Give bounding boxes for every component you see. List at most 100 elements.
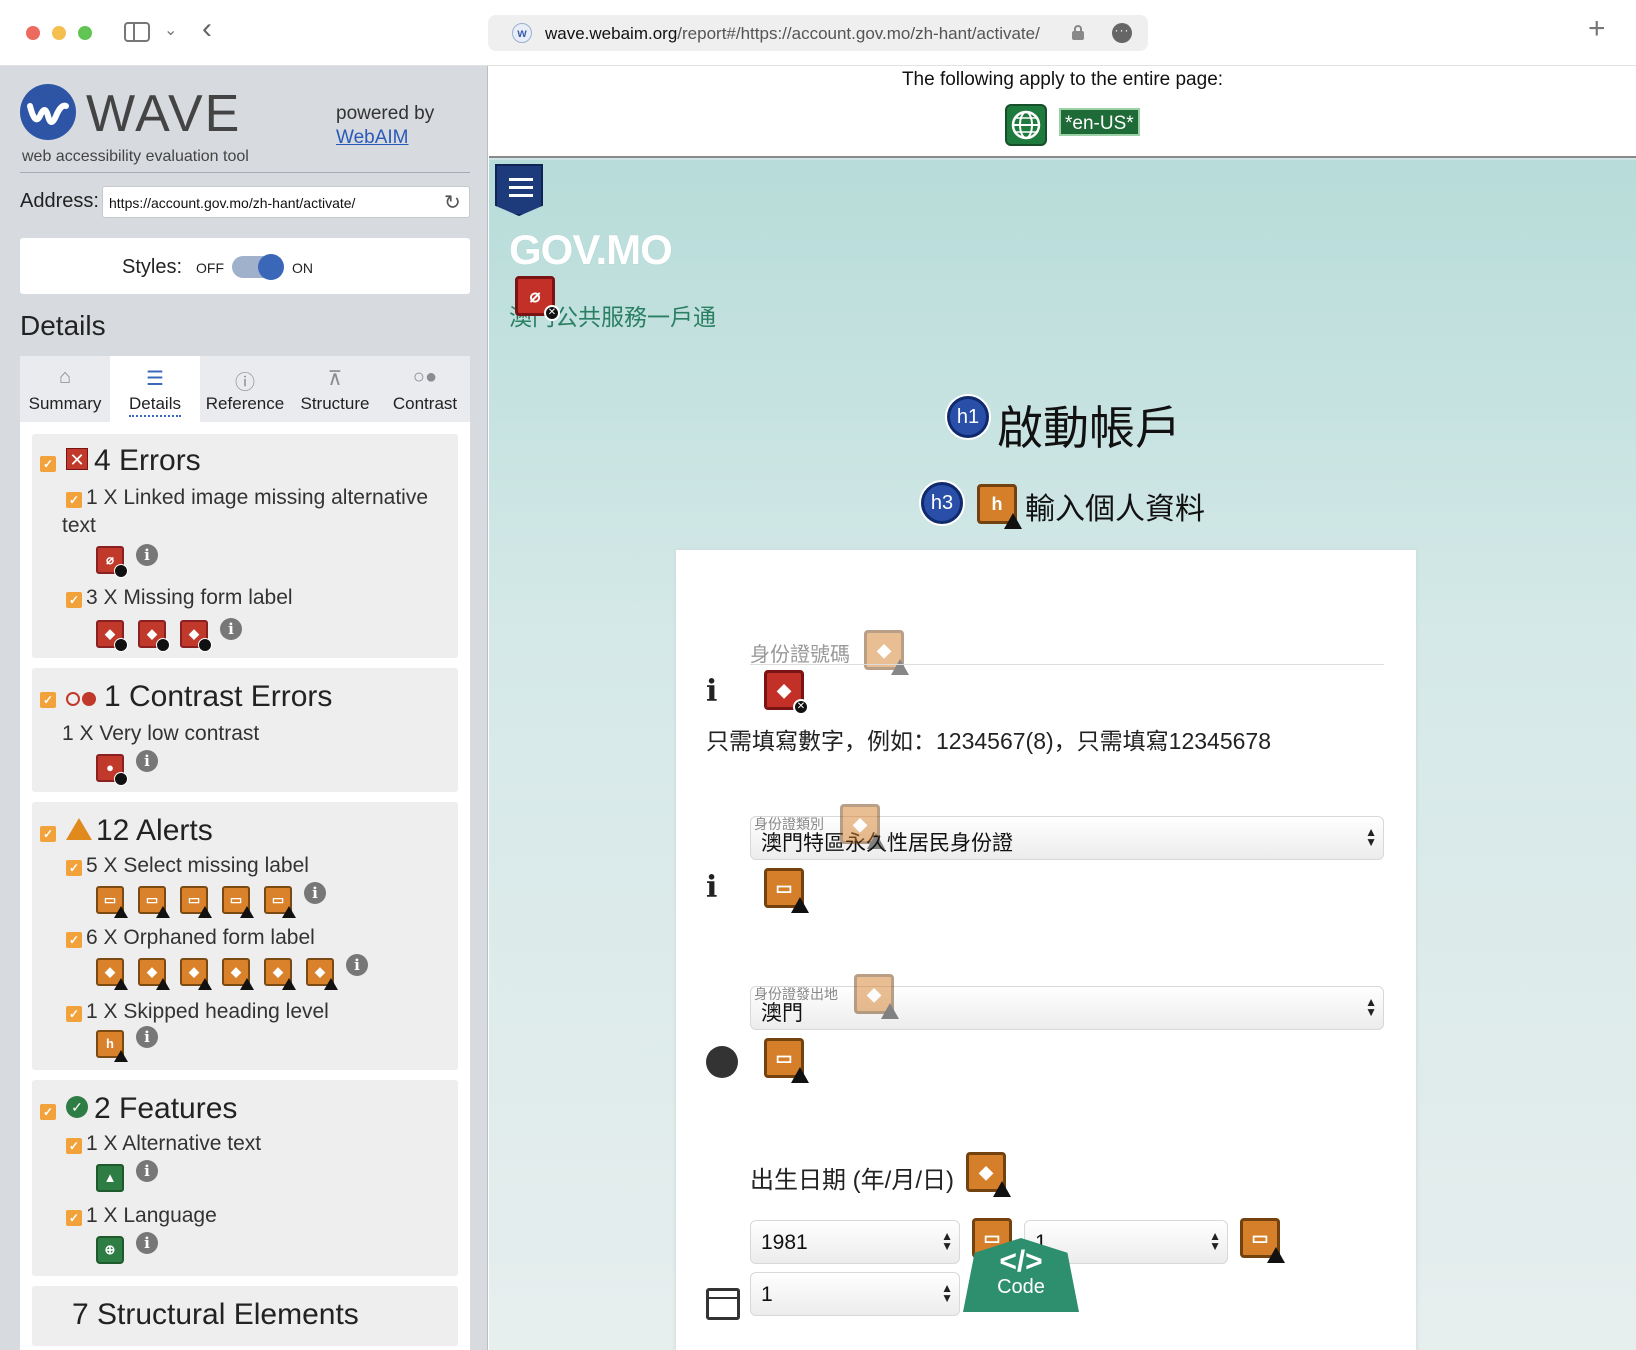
orphaned-label-alert-icon[interactable]: ◆: [180, 958, 212, 990]
select-arrows-icon: ▲ ▼: [1365, 825, 1377, 849]
info-icon[interactable]: i: [136, 1232, 158, 1254]
tab-reference[interactable]: ⓘ Reference: [200, 356, 290, 422]
orphaned-label-alert-icon[interactable]: ◆: [966, 1152, 1011, 1197]
address-input[interactable]: https://account.gov.mo/zh-hant/activate/: [102, 186, 470, 218]
tab-details[interactable]: ☰ Details: [110, 356, 200, 422]
more-options-icon[interactable]: ···: [1112, 23, 1132, 43]
skipped-heading-alert-icon[interactable]: h: [977, 484, 1022, 529]
alerts-section: ✓ 12 Alerts ✓ 5 X Select missing label ▭…: [32, 802, 458, 1070]
id-place-select[interactable]: 澳門 ▲ ▼: [750, 986, 1384, 1030]
info-icon[interactable]: i: [346, 954, 368, 976]
language-globe-icon[interactable]: [1005, 104, 1047, 146]
page-heading: 啟動帳戶: [997, 402, 1181, 454]
styles-off-label: OFF: [196, 260, 224, 276]
orphaned-label-alert-icon[interactable]: ◆: [138, 958, 170, 990]
linked-image-checkbox[interactable]: ✓: [66, 492, 82, 508]
info-icon[interactable]: i: [220, 618, 242, 640]
browser-toolbar: ⌄ ‹ w wave.webaim.org/report#/https://ac…: [0, 0, 1636, 66]
structural-title: 7 Structural Elements: [72, 1298, 359, 1331]
missing-label-checkbox[interactable]: ✓: [66, 592, 82, 608]
contrast-section: ✓ 1 Contrast Errors 1 X Very low contras…: [32, 668, 458, 792]
new-tab-plus-icon[interactable]: +: [1588, 14, 1606, 44]
tab-contrast[interactable]: ○● Contrast: [380, 356, 470, 422]
id-type-label: 身份證類別: [754, 816, 824, 832]
select-missing-label-alert-icon[interactable]: ▭: [764, 1038, 809, 1083]
orphaned-label-alert-icon[interactable]: ◆: [854, 974, 899, 1019]
select-missing-label-alert-icon[interactable]: ▭: [264, 886, 296, 918]
webaim-link[interactable]: WebAIM: [336, 126, 434, 150]
address-label: Address:: [20, 190, 99, 212]
alerts-checkbox[interactable]: ✓: [40, 826, 56, 842]
errors-checkbox[interactable]: ✓: [40, 456, 56, 472]
skipped-heading-checkbox[interactable]: ✓: [66, 1006, 82, 1022]
details-heading: Details: [20, 310, 106, 341]
orphaned-label-alert-icon[interactable]: ◆: [306, 958, 338, 990]
contrast-title: 1 Contrast Errors: [104, 680, 333, 713]
tab-structure[interactable]: ⊼ Structure: [290, 356, 380, 422]
info-icon[interactable]: i: [304, 882, 326, 904]
refresh-icon[interactable]: ↻: [444, 190, 461, 215]
skipped-heading-alert-icon[interactable]: h: [96, 1030, 128, 1062]
missing-label-error-icon[interactable]: ◆: [180, 620, 212, 652]
orphaned-label-checkbox[interactable]: ✓: [66, 932, 82, 948]
back-arrow-icon[interactable]: ‹: [202, 14, 212, 44]
missing-label-error-icon[interactable]: ◆: [96, 620, 128, 652]
page-preview: The following apply to the entire page: …: [489, 66, 1636, 1350]
select-missing-label-alert-icon[interactable]: ▭: [222, 886, 254, 918]
info-icon[interactable]: i: [136, 1160, 158, 1182]
select-missing-label-alert-icon[interactable]: ▭: [96, 886, 128, 918]
list-icon: ☰: [146, 368, 164, 390]
language-tag: *en-US*: [1059, 108, 1140, 136]
info-icon[interactable]: i: [136, 750, 158, 772]
select-missing-label-alert-icon[interactable]: ▭: [138, 886, 170, 918]
select-missing-label-checkbox[interactable]: ✓: [66, 860, 82, 876]
orphaned-label-alert-icon[interactable]: ◆: [222, 958, 254, 990]
linked-image-error-icon[interactable]: ⌀ ✕: [515, 276, 560, 321]
features-checkbox[interactable]: ✓: [40, 1104, 56, 1120]
contrast-checkbox[interactable]: ✓: [40, 692, 56, 708]
tab-summary[interactable]: ⌂ Summary: [20, 356, 110, 422]
hamburger-menu-icon[interactable]: [495, 164, 543, 216]
features-title: 2 Features: [94, 1092, 238, 1125]
code-label: Code: [997, 1276, 1045, 1298]
very-low-contrast-label: 1 X Very low contrast: [62, 722, 260, 745]
select-missing-label-alert-icon[interactable]: ▭: [1240, 1218, 1285, 1263]
h1-badge-icon[interactable]: h1: [947, 396, 989, 438]
styles-toggle-knob[interactable]: [258, 254, 284, 280]
alt-text-checkbox[interactable]: ✓: [66, 1138, 82, 1154]
sitemap-icon: ⊼: [327, 368, 343, 390]
styles-toggle[interactable]: [232, 254, 284, 280]
dob-day-select[interactable]: 1 ▲ ▼: [750, 1272, 960, 1316]
id-number-input[interactable]: [750, 664, 1384, 665]
window-minimize-button[interactable]: [52, 26, 66, 40]
missing-label-label: 3 X Missing form label: [86, 586, 293, 609]
sidebar-toggle-icon[interactable]: [124, 22, 150, 42]
select-missing-label-alert-icon[interactable]: ▭: [764, 868, 809, 913]
orphaned-label-alert-icon[interactable]: ◆: [264, 958, 296, 990]
gov-logo[interactable]: GOV.MO: [509, 226, 673, 274]
orphaned-label-alert-icon[interactable]: ◆: [96, 958, 128, 990]
contrast-error-icon[interactable]: ●: [96, 754, 128, 786]
url-path: /report#/https://account.gov.mo/zh-hant/…: [677, 24, 1040, 43]
select-missing-label-alert-icon[interactable]: ▭: [180, 886, 212, 918]
info-icon[interactable]: i: [136, 544, 158, 566]
window-close-button[interactable]: [26, 26, 40, 40]
linked-image-error-icon[interactable]: ⌀: [96, 546, 128, 578]
missing-label-error-icon[interactable]: ◆ ✕: [764, 670, 809, 715]
window-maximize-button[interactable]: [78, 26, 92, 40]
orphaned-label-alert-icon[interactable]: ◆: [840, 804, 885, 849]
chevron-down-icon[interactable]: ⌄: [164, 20, 177, 40]
language-checkbox[interactable]: ✓: [66, 1210, 82, 1226]
dob-year-select[interactable]: 1981 ▲ ▼: [750, 1220, 960, 1264]
missing-label-error-icon[interactable]: ◆: [138, 620, 170, 652]
code-icon: </>: [999, 1245, 1043, 1278]
language-feature-icon[interactable]: ⊕: [96, 1236, 124, 1264]
alt-text-feature-icon[interactable]: ▲: [96, 1164, 124, 1192]
h3-badge-icon[interactable]: h3: [921, 482, 963, 524]
wave-title: WAVE: [86, 85, 242, 143]
activation-form: 身份證號碼 ◆ i ◆ ✕ 只需填寫數字，例如：1234567(8)，只需填寫12…: [676, 550, 1416, 1350]
info-icon[interactable]: i: [136, 1026, 158, 1048]
contrast-icon: ○●: [412, 366, 438, 388]
url-bar[interactable]: w wave.webaim.org/report#/https://accoun…: [488, 15, 1148, 51]
panel-tabs: ⌂ Summary ☰ Details ⓘ Reference ⊼ Struct…: [20, 356, 470, 422]
